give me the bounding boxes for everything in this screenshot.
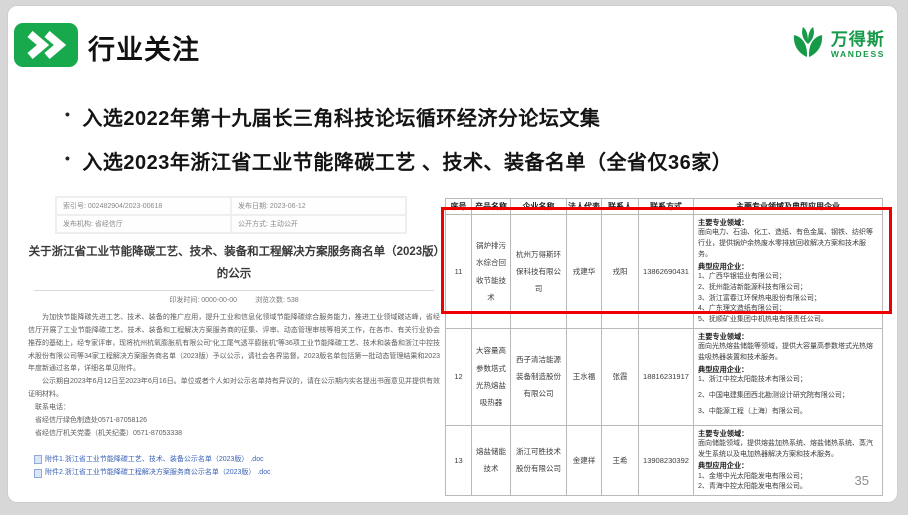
client-item: 4、广东理文造纸有限公司； — [698, 304, 878, 315]
cell-phone: 13862690431 — [639, 215, 694, 329]
logo-name: 万得斯 — [831, 31, 885, 48]
header-cell-product: 产品名称 — [472, 199, 511, 215]
cell-no: 13 — [446, 425, 472, 496]
cell-company: 浙江可胜技术股份有限公司 — [511, 425, 567, 496]
doc-paragraph: 公示期自2023年6月12日至2023年6月16日。单位或者个人如对公示名单持有… — [28, 376, 440, 402]
doc-view-count: 浏览次数: 538 — [255, 295, 299, 305]
cell-product: 大容量高参数塔式光热熔盐吸热器 — [472, 329, 511, 426]
clients-label: 典型应用企业： — [698, 364, 878, 375]
doc-paragraph: 省经信厅机关党委（机关纪委）0571-87053338 — [28, 428, 440, 441]
domain-label: 主要专业领域： — [698, 331, 878, 342]
client-item: 1、浙江中控太阳能技术有限公司； — [698, 375, 878, 386]
table-row: 13 熔盐储能技术 浙江可胜技术股份有限公司 金建祥 王希 1390823039… — [446, 425, 883, 496]
bullet-text: 入选2023年浙江省工业节能降碳工艺 、技术、装备名单（全省仅36家） — [82, 146, 732, 175]
cell-contact: 王希 — [602, 425, 639, 496]
attachment-link-2[interactable]: 附件2.浙江省工业节能降碳工程解决方案服务商公示名单（2023版） .doc — [34, 466, 440, 479]
doc-paragraph: 为加快节能降碳先进工艺、技术、装备的推广应用，提升工业和信息化领域节能降碳综合服… — [28, 312, 440, 377]
table-row: 12 大容量高参数塔式光热熔盐吸热器 西子清洁能源装备制造股份有限公司 王水福 … — [446, 329, 883, 426]
client-item: 3、浙江富春江环保热电股份有限公司； — [698, 294, 878, 305]
attachment-label: 附件2.浙江省工业节能降碳工程解决方案服务商公示名单（2023版） .doc — [45, 466, 271, 479]
doc-meta-grid: 索引号: 002482904/2023-00618 发布日期: 2023-06-… — [55, 196, 407, 234]
slide: 行业关注 万得斯 WANDESS • 入选2022年第十九届长三角科技论坛循环经… — [8, 6, 897, 502]
bullet-item-2: • 入选2023年浙江省工业节能降碳工艺 、技术、装备名单（全省仅36家） — [65, 146, 732, 175]
doc-meta-date: 发布日期: 2023-06-12 — [231, 197, 406, 215]
cell-domain: 主要专业领域： 面向光热熔盐储能等领域，提供大容量高参数塔式光热熔盐吸热器装置和… — [694, 329, 883, 426]
domain-text: 面向光热熔盐储能等领域，提供大容量高参数塔式光热熔盐吸热器装置和技术服务。 — [698, 342, 878, 364]
header-cell-legal-rep: 法人代表 — [567, 199, 602, 215]
cell-legal-rep: 王水福 — [567, 329, 602, 426]
doc-meta-index: 索引号: 002482904/2023-00618 — [56, 197, 231, 215]
cell-company: 杭州万得斯环保科技有限公司 — [511, 215, 567, 329]
cell-no: 12 — [446, 329, 472, 426]
doc-meta-agency: 发布机构: 省经信厅 — [56, 215, 231, 233]
cell-legal-rep: 金建祥 — [567, 425, 602, 496]
slide-canvas: 行业关注 万得斯 WANDESS • 入选2022年第十九届长三角科技论坛循环经… — [0, 0, 908, 515]
domain-label: 主要专业领域： — [698, 217, 878, 228]
vendors-table: 序号 产品名称 企业名称 法人代表 联系人 联系方式 主要专业领域及典型应用企业… — [445, 198, 883, 496]
logo-latin: WANDESS — [831, 50, 885, 59]
header-cell-contact: 联系人 — [602, 199, 639, 215]
attachment-link-1[interactable]: 附件1.浙江省工业节能降碳工艺、技术、装备公示名单（2023版） .doc — [34, 453, 440, 466]
doc-paragraph: 省经信厅绿色制造处0571-87058126 — [28, 415, 440, 428]
bullet-item-1: • 入选2022年第十九届长三角科技论坛循环经济分论坛文集 — [65, 102, 600, 131]
doc-body: 为加快节能降碳先进工艺、技术、装备的推广应用，提升工业和信息化领域节能降碳综合服… — [28, 312, 440, 441]
wandess-logo: 万得斯 WANDESS — [790, 24, 885, 65]
client-item: 2、中国电建集团西北勘测设计研究院有限公司； — [698, 391, 878, 402]
clients-label: 典型应用企业： — [698, 460, 878, 471]
document-preview: 索引号: 002482904/2023-00618 发布日期: 2023-06-… — [28, 196, 440, 448]
attachment-label: 附件1.浙江省工业节能降碳工艺、技术、装备公示名单（2023版） .doc — [45, 453, 264, 466]
doc-print-meta: 印发时间: 0000-00-00 浏览次数: 538 — [28, 295, 440, 305]
table-header-row: 序号 产品名称 企业名称 法人代表 联系人 联系方式 主要专业领域及典型应用企业 — [446, 199, 883, 215]
cell-domain: 主要专业领域： 面向电力、石油、化工、造纸、有色金属、钢铁、纺织等行业，提供锅炉… — [694, 215, 883, 329]
bullet-marker: • — [65, 106, 70, 122]
doc-meta-method: 公开方式: 主动公开 — [231, 215, 406, 233]
header-cell-domain: 主要专业领域及典型应用企业 — [694, 199, 883, 215]
bullet-text: 入选2022年第十九届长三角科技论坛循环经济分论坛文集 — [82, 102, 600, 131]
double-chevron-icon — [14, 23, 78, 67]
doc-file-icon — [34, 469, 42, 478]
table-row: 11 锅炉排污水综合回收节能技术 杭州万得斯环保科技有限公司 戎建华 戎阳 13… — [446, 215, 883, 329]
header-cell-company: 企业名称 — [511, 199, 567, 215]
bullet-marker: • — [65, 150, 70, 166]
doc-title: 关于浙江省工业节能降碳工艺、技术、装备和工程解决方案服务商名单（2023版）的公… — [28, 242, 440, 286]
cell-no: 11 — [446, 215, 472, 329]
client-item: 3、中能源工程（上海）有限公司。 — [698, 407, 878, 418]
doc-print-time: 印发时间: 0000-00-00 — [169, 295, 237, 305]
domain-text: 面向电力、石油、化工、造纸、有色金属、钢铁、纺织等行业，提供锅炉余热废水零排放回… — [698, 228, 878, 261]
doc-file-icon — [34, 455, 42, 464]
cell-product: 锅炉排污水综合回收节能技术 — [472, 215, 511, 329]
client-item: 1、金塔中光太阳能发电有限公司； — [698, 472, 878, 483]
cell-phone: 18816231917 — [639, 329, 694, 426]
clients-label: 典型应用企业： — [698, 261, 878, 272]
header-cell-no: 序号 — [446, 199, 472, 215]
client-item: 2、抚州能洁新能源科技有限公司； — [698, 283, 878, 294]
cell-company: 西子清洁能源装备制造股份有限公司 — [511, 329, 567, 426]
page-title: 行业关注 — [88, 28, 200, 67]
doc-divider — [34, 290, 434, 291]
cell-contact: 戎阳 — [602, 215, 639, 329]
cell-contact: 张霞 — [602, 329, 639, 426]
domain-label: 主要专业领域： — [698, 428, 878, 439]
client-item: 2、青海中控太阳能发电有限公司。 — [698, 482, 878, 493]
cell-legal-rep: 戎建华 — [567, 215, 602, 329]
leaf-icon — [790, 24, 826, 65]
cell-phone: 13908230392 — [639, 425, 694, 496]
page-number: 35 — [855, 473, 869, 488]
client-item: 5、抚顺矿业集团中机热电有限责任公司。 — [698, 315, 878, 326]
cell-product: 熔盐储能技术 — [472, 425, 511, 496]
domain-text: 面向储能领域，提供熔盐加热系统、熔盐储热系统、蒸汽发生系统以及电加热器解决方案和… — [698, 439, 878, 461]
header-cell-phone: 联系方式 — [639, 199, 694, 215]
doc-paragraph: 联系电话： — [28, 402, 440, 415]
client-item: 1、广西华银铝业有限公司； — [698, 272, 878, 283]
doc-attachments: 附件1.浙江省工业节能降碳工艺、技术、装备公示名单（2023版） .doc 附件… — [34, 453, 440, 480]
